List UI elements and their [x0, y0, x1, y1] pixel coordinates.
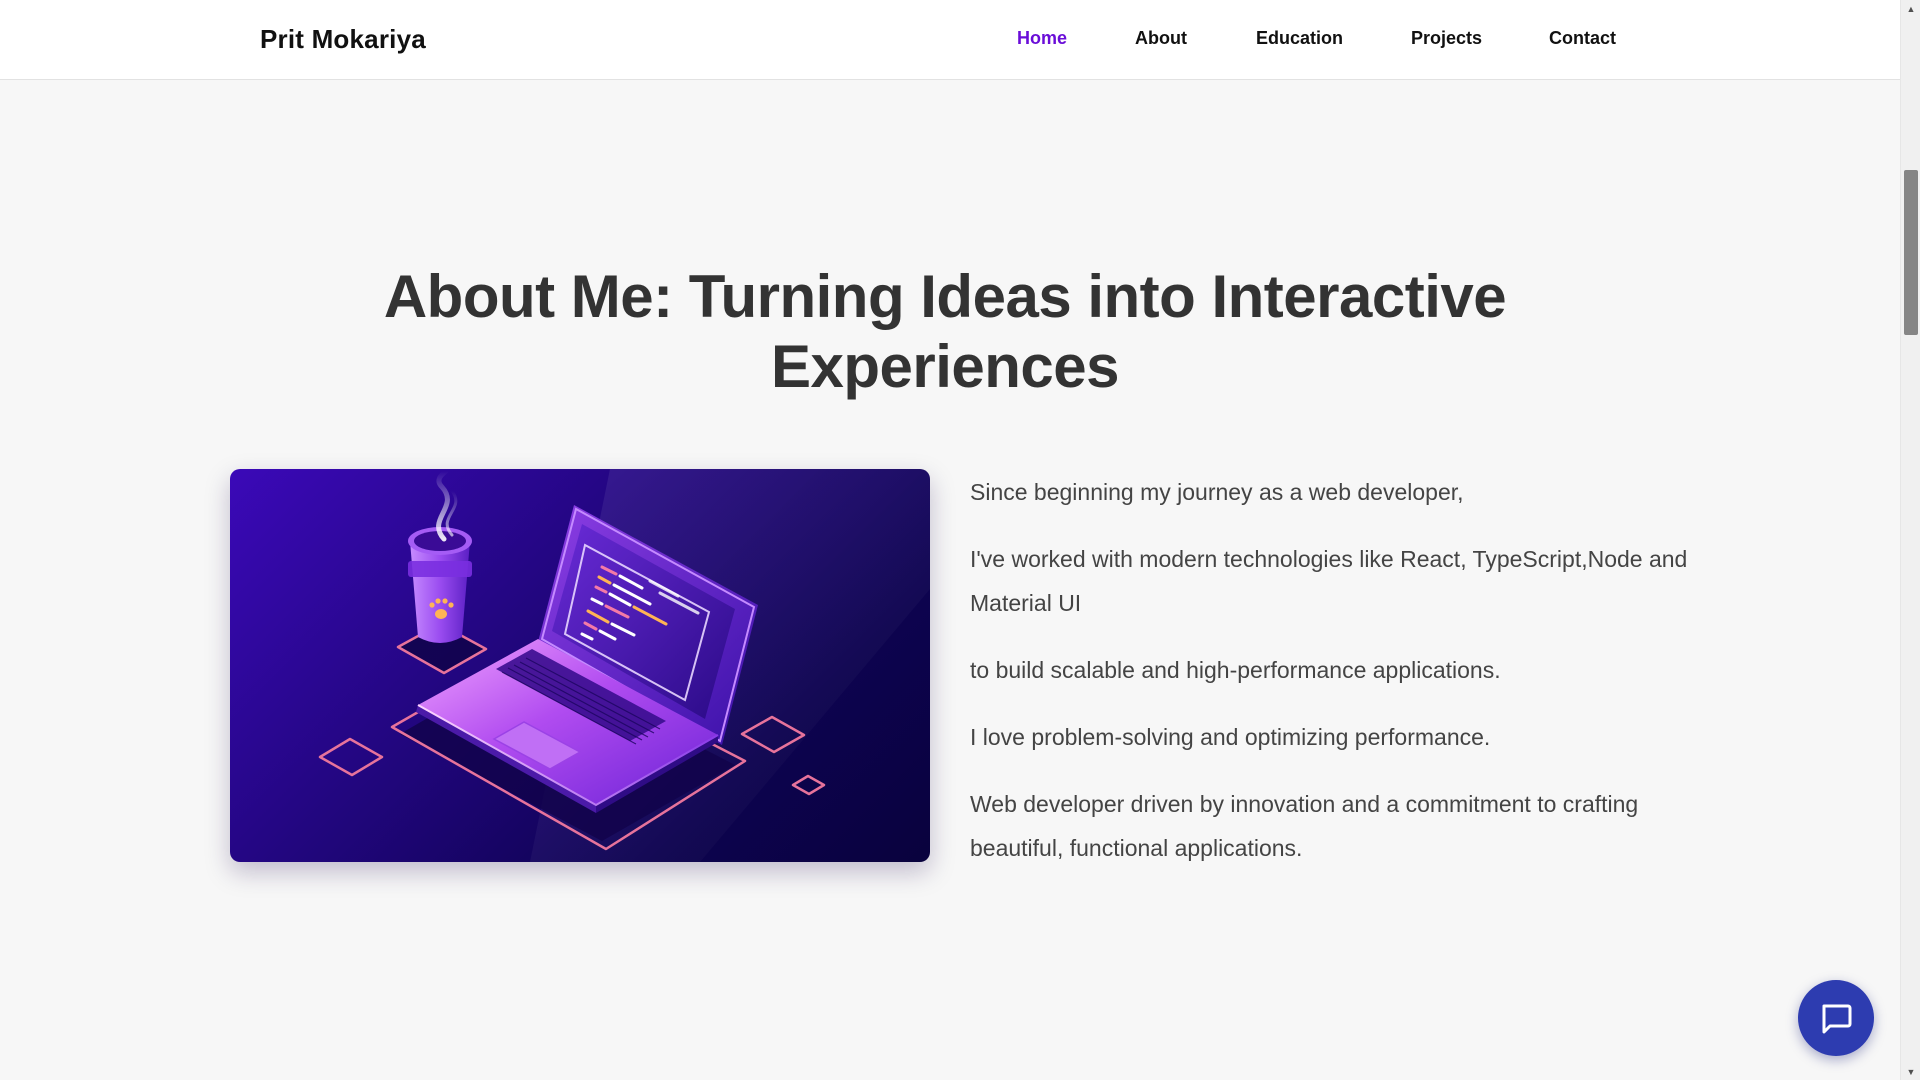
nav-link-about[interactable]: About — [1135, 28, 1187, 49]
about-heading-line-2: Experiences — [770, 333, 1120, 400]
about-paragraph-1: Since beginning my journey as a web deve… — [970, 479, 1464, 505]
about-paragraph-4: I love problem-solving and optimizing pe… — [970, 724, 1491, 750]
nav-link-education[interactable]: Education — [1256, 28, 1343, 49]
chat-bubble-icon — [1822, 1004, 1852, 1034]
nav-link-home[interactable]: Home — [1017, 28, 1067, 49]
laptop-illustration-svg — [318, 469, 930, 862]
about-paragraph-2: I've worked with modern technologies lik… — [970, 546, 1688, 616]
viewport: Prit Mokariya Home About Education Proje… — [0, 0, 1900, 1080]
chat-button[interactable] — [1798, 980, 1874, 1056]
navbar: Prit Mokariya Home About Education Proje… — [0, 0, 1900, 80]
about-heading: About Me: Turning Ideas into Interactive… — [290, 262, 1600, 402]
scroll-down-arrow[interactable]: ▼ — [1901, 1063, 1920, 1080]
page-scrollbar[interactable]: ▲ ▼ — [1900, 0, 1920, 1080]
about-paragraph-5: Web developer driven by innovation and a… — [970, 791, 1639, 861]
scroll-thumb[interactable] — [1904, 170, 1918, 335]
scroll-up-arrow[interactable]: ▲ — [1901, 0, 1920, 17]
brand-logo[interactable]: Prit Mokariya — [260, 24, 426, 55]
about-heading-line-1: About Me: Turning Ideas into Interactive — [383, 263, 1507, 330]
nav-link-projects[interactable]: Projects — [1411, 28, 1482, 49]
nav-link-contact[interactable]: Contact — [1549, 28, 1616, 49]
page: Prit Mokariya Home About Education Proje… — [0, 0, 1920, 1080]
laptop-illustration — [230, 469, 930, 862]
about-paragraph-3: to build scalable and high-performance a… — [970, 657, 1501, 683]
